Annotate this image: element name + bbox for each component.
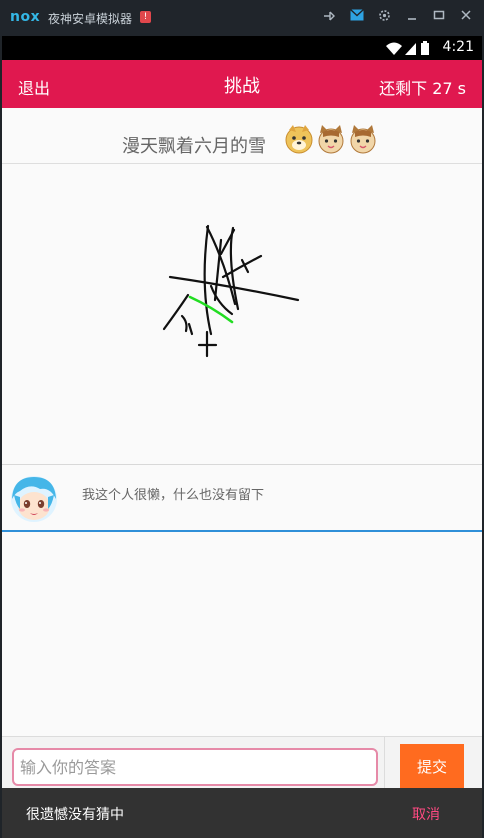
emulator-title-bar: nox 夜神安卓模拟器 !	[0, 0, 484, 36]
phone-screen: 4:21 挑战 退出 还剩下 27 s 漫天飘着六月的雪 我这个人很懒，什么也没…	[2, 36, 482, 838]
emulator-title: 夜神安卓模拟器	[48, 12, 133, 26]
exit-button[interactable]: 退出	[18, 75, 50, 99]
mail-icon[interactable]	[350, 8, 364, 25]
snackbar-cancel-button[interactable]: 取消	[412, 804, 440, 824]
cat-emoji	[350, 125, 376, 154]
maximize-icon[interactable]	[433, 9, 445, 25]
player-signature: 我这个人很懒，什么也没有留下	[82, 488, 265, 503]
guess-message-list	[2, 532, 482, 736]
pin-icon[interactable]	[322, 9, 336, 27]
drawing-canvas[interactable]	[2, 164, 482, 465]
doge-emoji	[285, 125, 313, 154]
hint-text: 漫天飘着六月的雪	[122, 136, 266, 157]
hint-emojis	[285, 124, 381, 160]
input-divider	[384, 737, 385, 793]
answer-input-bar: 提交	[2, 736, 482, 793]
signal-icon	[405, 43, 416, 55]
submit-button[interactable]: 提交	[400, 744, 464, 788]
avatar[interactable]	[10, 475, 58, 523]
status-bar: 4:21	[2, 36, 482, 60]
settings-icon[interactable]	[378, 9, 391, 26]
alert-badge[interactable]: !	[140, 11, 151, 23]
nox-logo: nox	[10, 9, 41, 25]
battery-icon	[421, 41, 429, 55]
hint-area: 漫天飘着六月的雪	[2, 108, 482, 164]
close-icon[interactable]	[460, 9, 472, 25]
player-profile-row[interactable]: 我这个人很懒，什么也没有留下	[2, 465, 482, 532]
countdown-timer: 还剩下 27 s	[379, 79, 466, 98]
drawing-strokes	[162, 224, 300, 358]
status-time: 4:21	[442, 39, 474, 55]
snackbar: 很遗憾没有猜中 取消	[2, 788, 482, 838]
cat-emoji	[318, 125, 344, 154]
status-icons	[386, 41, 432, 60]
app-bar: 挑战 退出 还剩下 27 s	[2, 60, 482, 108]
wifi-icon	[386, 42, 402, 55]
answer-input[interactable]	[12, 748, 378, 786]
snackbar-message: 很遗憾没有猜中	[26, 807, 124, 823]
minimize-icon[interactable]	[406, 9, 418, 25]
